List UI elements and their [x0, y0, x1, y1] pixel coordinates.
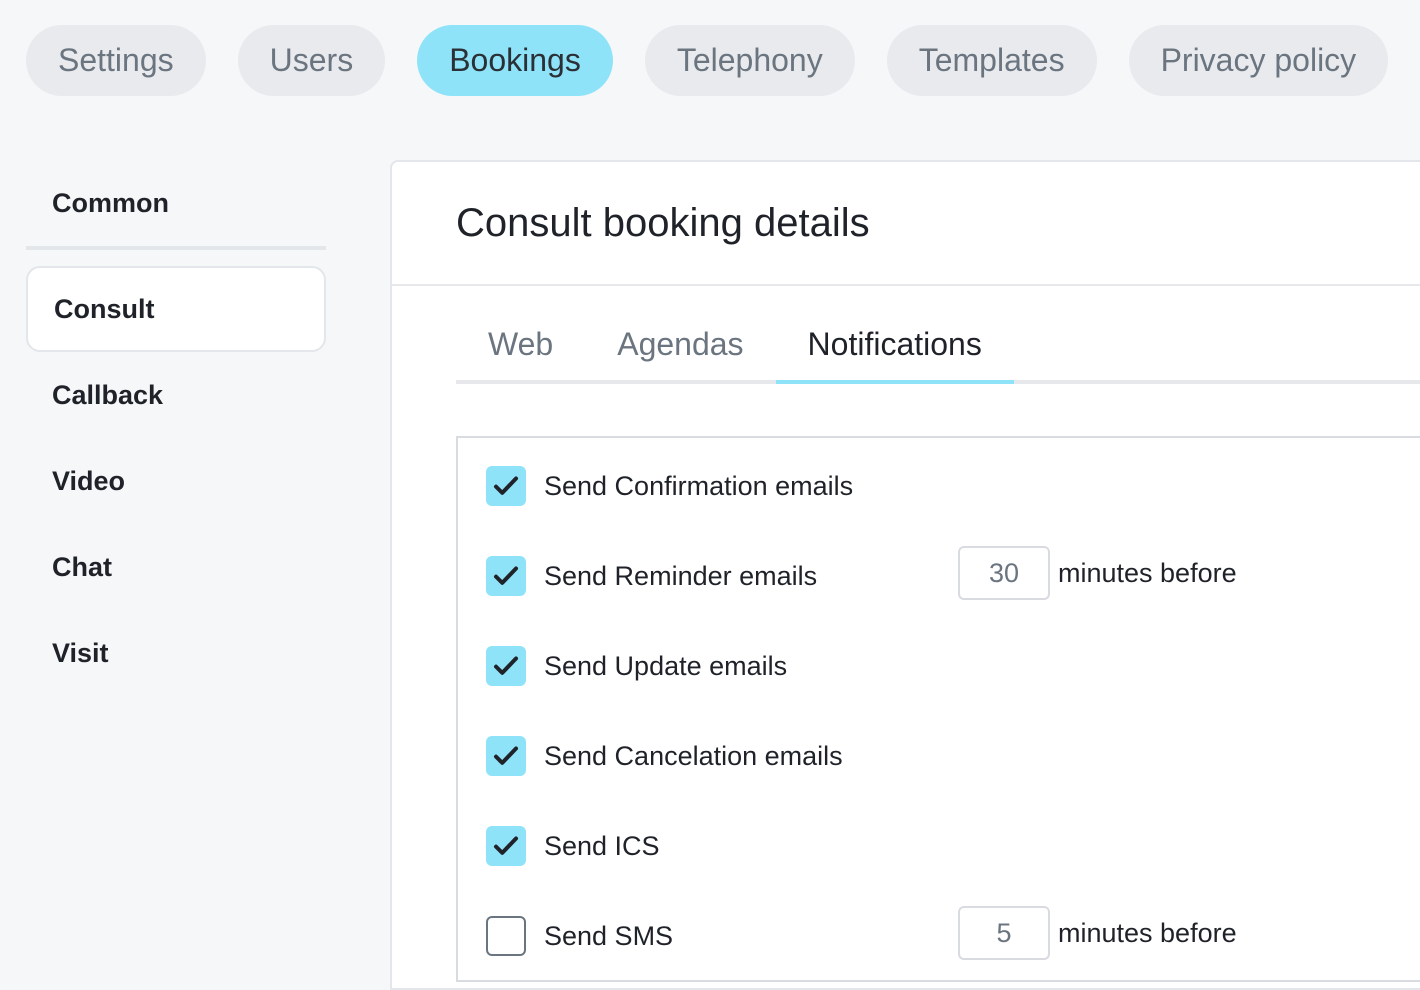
option-label: Send Cancelation emails — [544, 740, 843, 771]
page-title: Consult booking details — [456, 200, 870, 245]
tab-settings[interactable]: Settings — [26, 25, 206, 96]
minutes-before-label: minutes before — [1058, 557, 1237, 588]
sidebar-item-callback[interactable]: Callback — [26, 352, 326, 438]
top-tab-bar: Settings Users Bookings Telephony Templa… — [26, 25, 1389, 96]
sms-minutes-input[interactable] — [958, 906, 1050, 960]
sidebar-divider — [26, 246, 326, 250]
tab-web[interactable]: Web — [456, 312, 585, 380]
confirmation-emails-checkbox[interactable] — [486, 466, 526, 506]
checkmark-icon — [494, 836, 518, 855]
sidebar-item-chat[interactable]: Chat — [26, 524, 326, 610]
checkmark-icon — [494, 476, 518, 495]
minutes-before-label: minutes before — [1058, 917, 1237, 948]
checkmark-icon — [494, 746, 518, 765]
option-reminder-emails: Send Reminder emails — [486, 546, 817, 606]
sidebar: Common Consult Callback Video Chat Visit — [26, 160, 326, 696]
option-label: Send Reminder emails — [544, 560, 818, 591]
option-send-ics: Send ICS — [486, 816, 660, 876]
option-update-emails: Send Update emails — [486, 636, 787, 696]
sub-tab-bar: Web Agendas Notifications — [456, 312, 1420, 384]
option-label: Send Confirmation emails — [544, 470, 854, 501]
sidebar-item-consult[interactable]: Consult — [26, 266, 326, 352]
checkmark-icon — [494, 566, 518, 585]
reminder-minutes-group: minutes before — [958, 546, 1237, 600]
reminder-minutes-input[interactable] — [958, 546, 1050, 600]
tab-users[interactable]: Users — [237, 25, 386, 96]
option-confirmation-emails: Send Confirmation emails — [486, 456, 853, 516]
tab-privacy-policy[interactable]: Privacy policy — [1128, 25, 1389, 96]
send-sms-checkbox[interactable] — [486, 916, 526, 956]
reminder-emails-checkbox[interactable] — [486, 556, 526, 596]
sidebar-item-visit[interactable]: Visit — [26, 610, 326, 696]
option-label: Send ICS — [544, 830, 660, 861]
notification-options: Send Confirmation emails Send Reminder e… — [456, 436, 1420, 982]
option-label: Send SMS — [544, 920, 674, 951]
sidebar-item-video[interactable]: Video — [26, 438, 326, 524]
checkmark-icon — [494, 656, 518, 675]
booking-details-panel: Consult booking details Web Agendas Noti… — [390, 160, 1420, 990]
tab-notifications[interactable]: Notifications — [775, 312, 1015, 384]
tab-templates[interactable]: Templates — [886, 25, 1097, 96]
sms-minutes-group: minutes before — [958, 906, 1237, 960]
tab-bookings[interactable]: Bookings — [417, 25, 613, 96]
option-cancelation-emails: Send Cancelation emails — [486, 726, 843, 786]
tab-agendas[interactable]: Agendas — [585, 312, 775, 380]
panel-header: Consult booking details — [392, 162, 1420, 286]
tab-telephony[interactable]: Telephony — [644, 25, 855, 96]
cancelation-emails-checkbox[interactable] — [486, 736, 526, 776]
update-emails-checkbox[interactable] — [486, 646, 526, 686]
send-ics-checkbox[interactable] — [486, 826, 526, 866]
option-label: Send Update emails — [544, 650, 788, 681]
sidebar-item-common[interactable]: Common — [26, 160, 326, 246]
option-send-sms: Send SMS — [486, 906, 673, 966]
